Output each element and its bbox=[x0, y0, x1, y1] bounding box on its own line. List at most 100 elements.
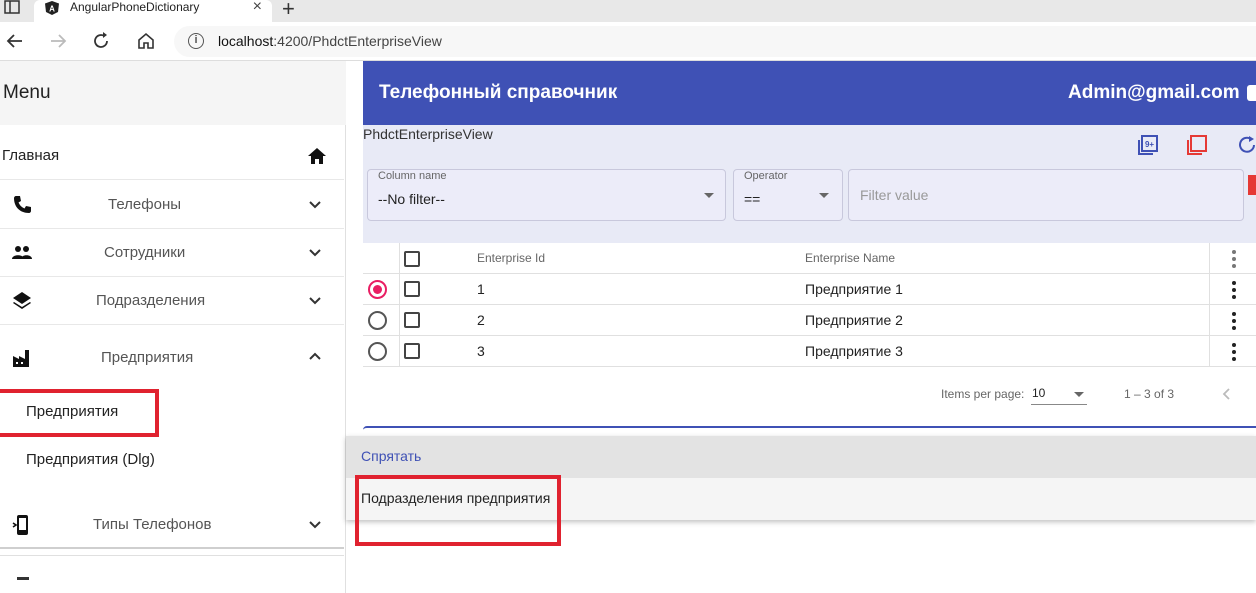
svg-text:9+: 9+ bbox=[1145, 140, 1154, 149]
forward-icon[interactable] bbox=[47, 30, 69, 52]
view-title: PhdctEnterpriseView bbox=[363, 126, 493, 142]
row-name: Предприятие 2 bbox=[805, 312, 903, 328]
row-checkbox[interactable] bbox=[404, 281, 420, 297]
row-checkbox[interactable] bbox=[404, 312, 420, 328]
sidebar: Menu Главная Телефоны Сотрудники Подразд… bbox=[0, 61, 346, 593]
clear-filter-icon[interactable] bbox=[1186, 134, 1208, 156]
page-size-underline bbox=[1031, 404, 1087, 405]
add-filter-icon[interactable]: 9+ bbox=[1137, 134, 1159, 156]
menu-title: Menu bbox=[3, 82, 51, 103]
back-icon[interactable] bbox=[4, 30, 26, 52]
chevron-down-icon[interactable] bbox=[308, 248, 322, 258]
chevron-down-icon[interactable] bbox=[308, 296, 322, 306]
items-per-page-label: Items per page: bbox=[941, 387, 1025, 401]
operator-select[interactable]: Operator == bbox=[733, 169, 843, 221]
page-size-select[interactable]: 10 bbox=[1032, 386, 1045, 400]
row-id: 1 bbox=[477, 281, 485, 297]
column-header-id[interactable]: Enterprise Id bbox=[477, 251, 545, 265]
column-header-name[interactable]: Enterprise Name bbox=[805, 251, 895, 265]
sidebar-item-phones[interactable]: Телефоны bbox=[0, 181, 344, 229]
more-vert-icon[interactable] bbox=[1232, 312, 1236, 330]
sidebar-item-enterprises[interactable]: Предприятия bbox=[0, 325, 344, 389]
app-title: Телефонный справочник bbox=[379, 82, 618, 103]
phone-icon bbox=[14, 196, 31, 213]
angular-logo-icon: A bbox=[45, 1, 59, 15]
sidebar-item-label: Подразделения bbox=[96, 292, 206, 309]
hide-menu-item[interactable]: Спрятать bbox=[346, 436, 1256, 478]
dropdown-arrow-icon[interactable] bbox=[1074, 392, 1084, 397]
select-all-checkbox[interactable] bbox=[404, 251, 420, 267]
delete-filter-icon[interactable] bbox=[1248, 175, 1256, 195]
more-vert-icon[interactable] bbox=[1232, 281, 1236, 299]
column-name-value: --No filter-- bbox=[378, 191, 445, 207]
url-field[interactable]: i localhost:4200/PhdctEnterpriseView bbox=[174, 26, 1256, 57]
sidebar-item-label: Сотрудники bbox=[104, 244, 186, 261]
browser-tab[interactable]: A AngularPhoneDictionary × bbox=[34, 0, 272, 22]
sidebar-item-label: Главная bbox=[2, 147, 60, 164]
chevron-down-icon[interactable] bbox=[308, 200, 322, 210]
factory-icon bbox=[13, 350, 29, 367]
address-bar: i localhost:4200/PhdctEnterpriseView bbox=[0, 22, 1256, 61]
chevron-left-icon[interactable] bbox=[1220, 387, 1234, 401]
url-path: :4200/PhdctEnterpriseView bbox=[273, 33, 442, 49]
hide-menu-label: Спрятать bbox=[361, 448, 422, 464]
row-checkbox[interactable] bbox=[404, 343, 420, 359]
operator-value: == bbox=[744, 191, 761, 207]
sidebar-item-home[interactable]: Главная bbox=[0, 132, 344, 180]
sidebar-item-phone-types[interactable]: Типы Телефонов bbox=[0, 501, 344, 549]
reload-icon[interactable] bbox=[90, 30, 112, 52]
sidebar-item-label: Типы Телефонов bbox=[93, 516, 212, 533]
sidebar-item-departments[interactable]: Подразделения bbox=[0, 277, 344, 325]
browser-chrome: A AngularPhoneDictionary × + i localhost… bbox=[0, 0, 1256, 61]
row-id: 3 bbox=[477, 343, 485, 359]
sidebar-next-item-icon bbox=[17, 577, 29, 580]
sidebar-item-label: Телефоны bbox=[108, 196, 182, 213]
paginator: Items per page: 10 1 – 3 of 3 bbox=[363, 367, 1256, 423]
sidebar-subitem-enterprises-dlg[interactable]: Предприятия (Dlg) bbox=[26, 451, 155, 468]
more-vert-icon[interactable] bbox=[1232, 250, 1236, 268]
site-info-icon[interactable]: i bbox=[188, 33, 204, 49]
highlight-box bbox=[355, 475, 561, 546]
phone-device-icon bbox=[12, 515, 28, 535]
row-radio[interactable] bbox=[368, 311, 387, 330]
table-header: Enterprise Id Enterprise Name bbox=[363, 243, 1256, 274]
row-id: 2 bbox=[477, 312, 485, 328]
row-name: Предприятие 1 bbox=[805, 281, 903, 297]
highlight-box bbox=[0, 389, 159, 437]
table-row[interactable]: 2 Предприятие 2 bbox=[363, 305, 1256, 336]
user-email[interactable]: Admin@gmail.com bbox=[1068, 82, 1240, 104]
home-browser-icon[interactable] bbox=[135, 30, 157, 52]
chevron-down-icon[interactable] bbox=[308, 520, 322, 530]
dropdown-arrow-icon bbox=[704, 193, 714, 198]
row-name: Предприятие 3 bbox=[805, 343, 903, 359]
filter-value-input[interactable]: Filter value bbox=[848, 169, 1244, 221]
svg-text:A: A bbox=[49, 5, 55, 14]
filter-value-placeholder: Filter value bbox=[860, 187, 929, 203]
filter-panel: PhdctEnterpriseView 9+ Column name --No … bbox=[363, 125, 1256, 243]
sidebar-item-label: Предприятия bbox=[101, 349, 194, 366]
refresh-icon[interactable] bbox=[1236, 134, 1256, 156]
tab-title: AngularPhoneDictionary bbox=[70, 0, 200, 14]
row-radio[interactable] bbox=[368, 342, 387, 361]
table-row[interactable]: 1 Предприятие 1 bbox=[363, 274, 1256, 305]
sidebar-item-employees[interactable]: Сотрудники bbox=[0, 229, 344, 277]
row-radio-selected[interactable] bbox=[368, 280, 387, 299]
menu-header: Menu bbox=[0, 61, 346, 125]
column-name-label: Column name bbox=[378, 170, 447, 182]
url-host: localhost bbox=[218, 33, 274, 49]
column-name-select[interactable]: Column name --No filter-- bbox=[367, 169, 726, 221]
dropdown-arrow-icon bbox=[819, 193, 829, 198]
people-icon bbox=[12, 246, 32, 259]
table-row[interactable]: 3 Предприятие 3 bbox=[363, 336, 1256, 367]
sidebar-divider bbox=[0, 555, 344, 556]
new-tab-icon[interactable]: + bbox=[282, 0, 295, 22]
more-vert-icon[interactable] bbox=[1232, 343, 1236, 361]
home-icon bbox=[308, 148, 326, 164]
operator-label: Operator bbox=[744, 170, 788, 182]
tab-bar: A AngularPhoneDictionary × + bbox=[0, 0, 1256, 22]
close-tab-icon[interactable]: × bbox=[253, 0, 262, 16]
sidebar-toggle-icon[interactable] bbox=[4, 0, 20, 14]
layers-icon bbox=[13, 292, 31, 309]
settings-icon[interactable] bbox=[1247, 85, 1256, 101]
chevron-up-icon[interactable] bbox=[308, 351, 322, 361]
